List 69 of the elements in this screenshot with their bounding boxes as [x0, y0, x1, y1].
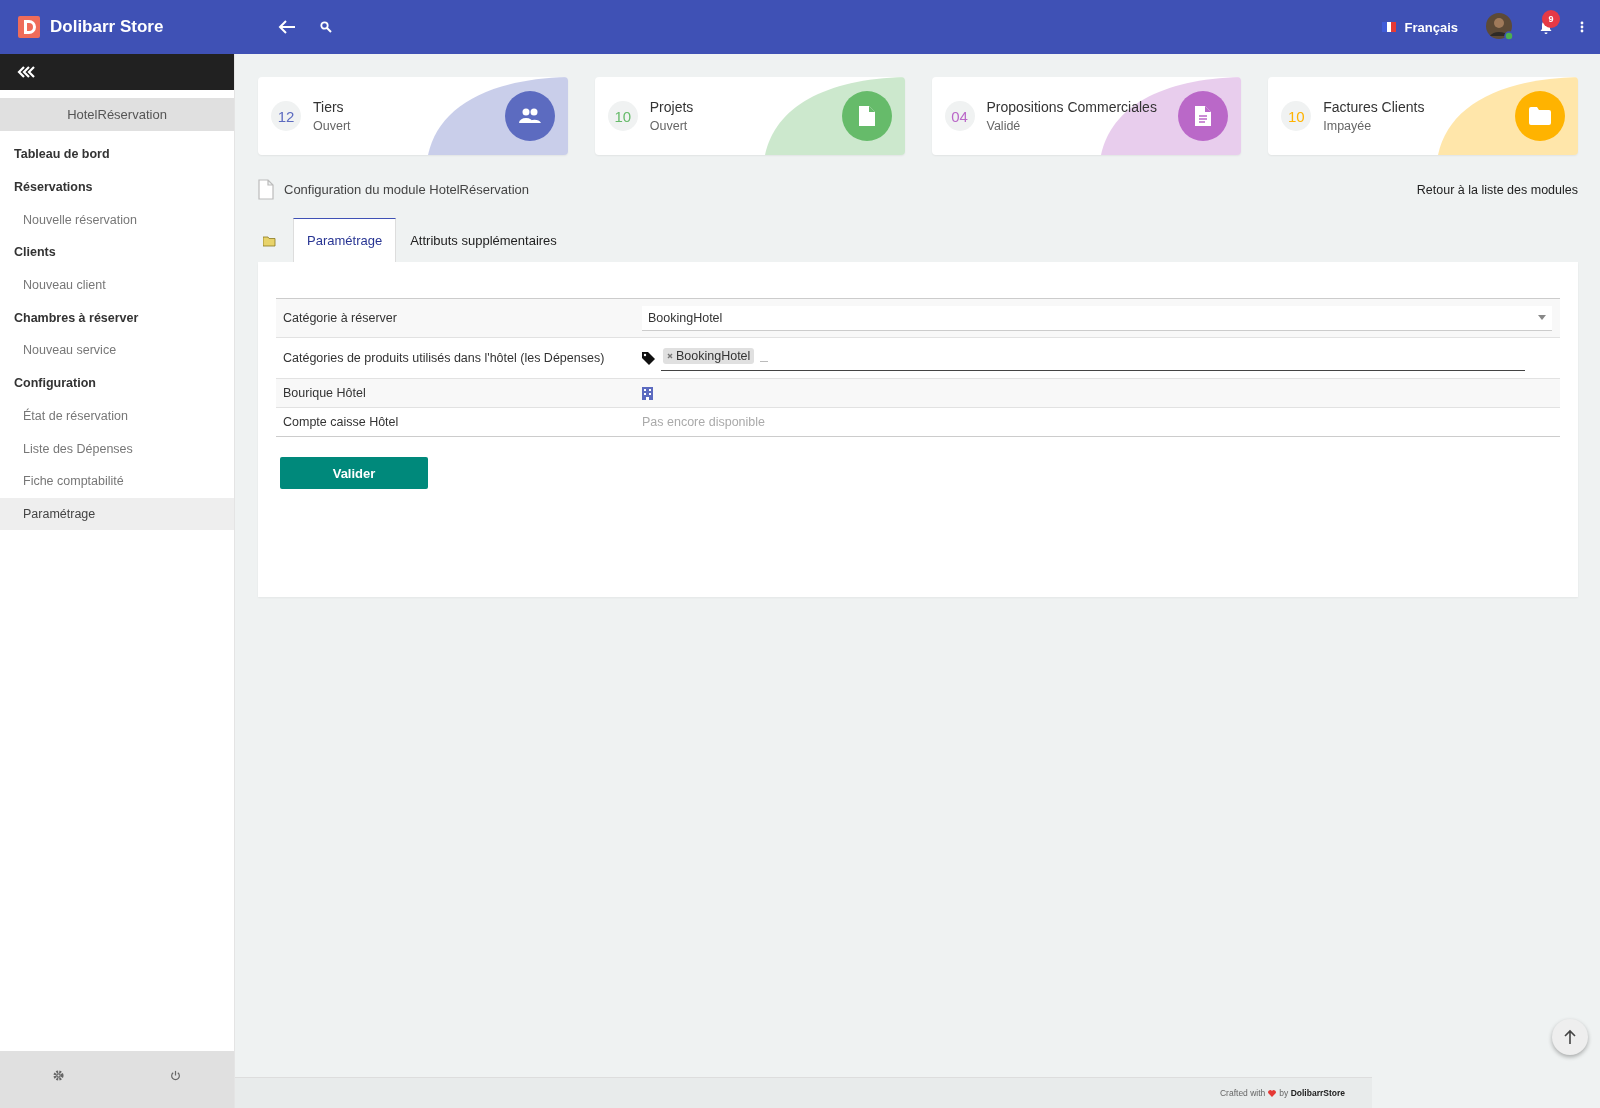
sidebar-item[interactable]: Liste des Dépenses — [0, 432, 234, 465]
sidebar-item[interactable]: Fiche comptabilité — [0, 464, 234, 498]
avatar-icon[interactable] — [1486, 13, 1514, 41]
card-title: Projets — [649, 99, 694, 115]
card-status: Ouvert — [313, 119, 351, 133]
document-icon — [1178, 91, 1229, 141]
stat-card[interactable]: 10 Projets Ouvert — [594, 77, 905, 155]
back-link[interactable]: Retour à la liste des modules — [1416, 182, 1578, 197]
brand-name: Dolibarr Store — [50, 17, 164, 37]
folder-icon — [263, 236, 276, 247]
folder-icon — [1515, 91, 1565, 141]
card-title: Factures Clients — [1323, 99, 1425, 115]
card-count: 12 — [271, 101, 301, 131]
setting-note: Pas encore disponible — [642, 415, 765, 429]
footer-text: by DolibarrStore — [1279, 1088, 1345, 1098]
dropdown-icon — [1538, 315, 1546, 320]
stat-card[interactable]: 04 Propositions Commerciales Validé — [931, 77, 1242, 155]
card-title: Propositions Commerciales — [986, 99, 1157, 115]
building-icon — [642, 386, 653, 400]
search-icon[interactable] — [320, 21, 332, 33]
card-count: 04 — [944, 101, 975, 131]
document-icon — [841, 91, 892, 141]
flag-icon — [1381, 22, 1396, 32]
card-title: Tiers — [313, 99, 345, 115]
footer-text: Crafted with — [1219, 1088, 1266, 1098]
back-arrow-icon[interactable] — [278, 19, 296, 35]
sidebar-item[interactable]: Nouveau client — [0, 268, 234, 302]
settings-icon[interactable] — [53, 1070, 64, 1081]
arrow-up-icon — [1564, 1029, 1576, 1045]
card-status: Ouvert — [649, 119, 689, 133]
tab[interactable]: Attributs supplémentaires — [396, 218, 571, 262]
sidebar-item[interactable]: Nouveau service — [0, 334, 234, 367]
sidebar-item[interactable]: Réservations — [0, 170, 234, 204]
collapse-icon[interactable] — [17, 66, 37, 78]
notification-badge: 9 — [1542, 10, 1560, 28]
sidebar-item[interactable]: Nouvelle réservation — [0, 203, 234, 237]
tag-input[interactable]: BookingHotel — [661, 345, 1525, 371]
sidebar-item[interactable]: Clients — [0, 236, 234, 269]
submit-button[interactable]: Valider — [280, 457, 428, 489]
setting-label: Bourique Hôtel — [282, 386, 367, 400]
remove-icon[interactable] — [667, 353, 673, 359]
stat-card[interactable]: 10 Factures Clients Impayée — [1268, 77, 1578, 155]
people-icon — [504, 91, 555, 141]
card-status: Validé — [986, 119, 1022, 133]
category-select[interactable]: BookingHotel — [642, 305, 1552, 331]
card-count: 10 — [1281, 101, 1312, 131]
setting-label: Compte caisse Hôtel — [282, 415, 400, 429]
power-icon[interactable] — [170, 1070, 181, 1081]
stat-card[interactable]: 12 Tiers Ouvert — [258, 77, 568, 155]
card-count: 10 — [607, 101, 638, 131]
module-title: HotelRéservation — [0, 98, 234, 131]
sidebar-item[interactable]: Tableau de bord — [0, 138, 234, 171]
sidebar-item[interactable]: Paramétrage — [0, 497, 234, 531]
tag-chip: BookingHotel — [663, 348, 755, 364]
scroll-top-button[interactable] — [1552, 1019, 1588, 1055]
sidebar-item[interactable]: Configuration — [0, 366, 234, 400]
heart-icon — [1268, 1089, 1277, 1097]
more-icon[interactable] — [1580, 21, 1584, 33]
tag-icon — [642, 351, 655, 365]
tab[interactable]: Paramétrage — [293, 218, 397, 262]
sidebar-item[interactable]: Chambres à réserver — [0, 301, 234, 335]
setting-label: Catégorie à réserver — [282, 311, 398, 325]
file-icon — [258, 179, 274, 200]
language-selector[interactable]: Français — [1404, 19, 1458, 35]
page-title: Configuration du module HotelRéservation — [284, 182, 529, 197]
card-status: Impayée — [1323, 119, 1373, 133]
logo-icon — [18, 16, 40, 38]
sidebar-item[interactable]: État de réservation — [0, 399, 234, 433]
setting-label: Catégories de produits utilisés dans l'hôtel (les Dépenses) — [282, 351, 606, 365]
